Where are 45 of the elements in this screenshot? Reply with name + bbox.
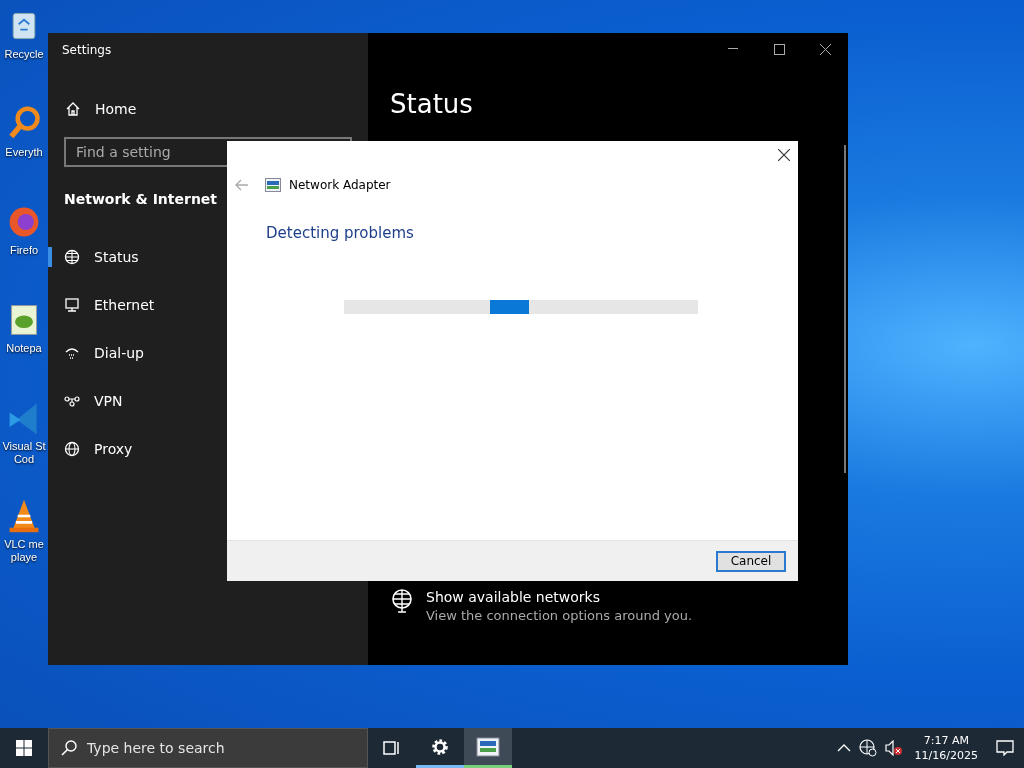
- nav-item[interactable]: Proxy: [48, 425, 368, 473]
- page-title: Status: [390, 89, 474, 119]
- desktop-icon-label: Recycle: [4, 48, 44, 61]
- clock[interactable]: 7:17 AM 11/16/2025: [914, 733, 978, 763]
- home-link[interactable]: Home: [95, 101, 137, 117]
- window-title: Settings: [61, 42, 113, 59]
- close-icon[interactable]: [778, 149, 790, 161]
- desktop-icon-label: Notepa: [6, 342, 42, 355]
- windows-logo-icon: [16, 740, 32, 756]
- search-icon: [61, 740, 77, 756]
- network-adapter-icon: [265, 178, 281, 192]
- desktop-icon-label: VLC me: [4, 538, 44, 551]
- nav-item[interactable]: Dial-up: [48, 329, 368, 377]
- status-heading: Detecting problems: [266, 224, 415, 242]
- notification-icon[interactable]: [996, 740, 1014, 756]
- nav-item[interactable]: Ethernet: [48, 281, 368, 329]
- monitor-icon: [64, 297, 80, 313]
- desktop-icon-label: Visual St: [2, 440, 46, 453]
- cancel-button[interactable]: Cancel: [716, 550, 786, 572]
- network-adapter-icon[interactable]: [476, 736, 500, 757]
- minimize-icon: [728, 48, 738, 50]
- desktop-icon-label: Everyth: [5, 146, 43, 159]
- globe-icon: [64, 249, 80, 265]
- desktop-icon-label: Cod: [13, 453, 35, 466]
- link-title[interactable]: Show available networks: [426, 589, 693, 605]
- globe-icon: [390, 589, 414, 613]
- vpn-icon: [64, 393, 80, 409]
- desktop-icon-label: Firefo: [9, 244, 39, 257]
- desktop-icon-label: playe: [10, 551, 38, 564]
- taskbar-button[interactable]: [464, 728, 512, 768]
- settings-icon[interactable]: [430, 736, 450, 757]
- globe-icon[interactable]: [858, 739, 877, 757]
- section-heading: Network & Internet: [64, 191, 219, 207]
- maximize-icon: [773, 43, 785, 55]
- link-description: View the connection options around you.: [426, 608, 693, 623]
- nav-item[interactable]: VPN: [48, 377, 368, 425]
- dialog-title: Network Adapter: [289, 178, 391, 192]
- home-icon[interactable]: [65, 101, 81, 117]
- close-icon: [819, 43, 831, 55]
- phone-icon: [64, 345, 80, 361]
- globe-icon: [64, 441, 80, 457]
- chevron-up-icon[interactable]: [836, 744, 851, 752]
- speaker-muted-icon[interactable]: [884, 740, 903, 756]
- taskbar-search-field[interactable]: Type here to search: [48, 728, 368, 768]
- task-view-icon[interactable]: [382, 739, 402, 757]
